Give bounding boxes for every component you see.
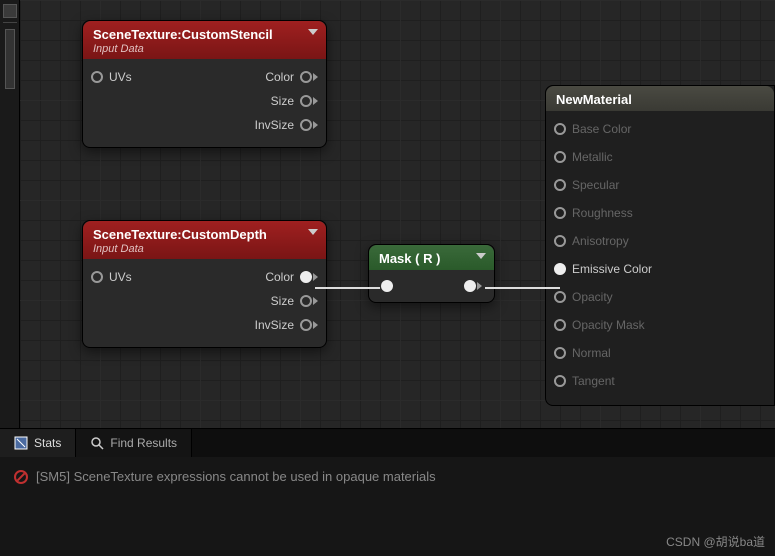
node-title: SceneTexture:CustomDepth xyxy=(93,227,316,242)
output-pin-size[interactable] xyxy=(300,95,312,107)
material-pin-row: Opacity xyxy=(554,283,766,311)
log-message: [SM5] SceneTexture expressions cannot be… xyxy=(36,469,436,484)
pin-arrow-icon xyxy=(313,321,318,329)
node-scenetexture-depth[interactable]: SceneTexture:CustomDepth Input Data UVs … xyxy=(82,220,327,348)
pin-label: Color xyxy=(265,70,294,84)
node-subtitle: Input Data xyxy=(93,43,316,55)
tab-bar: Stats Find Results xyxy=(0,429,775,457)
input-pin[interactable] xyxy=(554,375,566,387)
material-pin-row: Normal xyxy=(554,339,766,367)
material-pin-row: Specular xyxy=(554,171,766,199)
pin-label: InvSize xyxy=(255,318,294,332)
input-pin[interactable] xyxy=(554,235,566,247)
material-pin-row: Emissive Color xyxy=(554,255,766,283)
pin-label: UVs xyxy=(109,270,132,284)
pin-arrow-icon xyxy=(313,297,318,305)
material-graph-canvas[interactable]: SceneTexture:CustomStencil Input Data UV… xyxy=(0,0,775,428)
search-icon xyxy=(90,436,104,450)
pin-label: Size xyxy=(271,94,294,108)
pin-label: Size xyxy=(271,294,294,308)
pin-label: UVs xyxy=(109,70,132,84)
input-pin[interactable] xyxy=(554,179,566,191)
output-pin-invsize[interactable] xyxy=(300,119,312,131)
input-pin[interactable] xyxy=(381,280,393,292)
material-pin-row: Base Color xyxy=(554,115,766,143)
chevron-down-icon[interactable] xyxy=(308,29,318,35)
output-pin-size[interactable] xyxy=(300,295,312,307)
material-pin-row: Opacity Mask xyxy=(554,311,766,339)
node-title: SceneTexture:CustomStencil xyxy=(93,27,316,42)
node-header[interactable]: NewMaterial xyxy=(546,86,774,111)
chevron-down-icon[interactable] xyxy=(476,253,486,259)
node-body: Base Color Metallic Specular Roughness Aniso… xyxy=(546,111,774,405)
tab-stats[interactable]: Stats xyxy=(0,429,76,457)
input-pin[interactable] xyxy=(554,347,566,359)
node-scenetexture-stencil[interactable]: SceneTexture:CustomStencil Input Data UV… xyxy=(82,20,327,148)
toolbar-button[interactable] xyxy=(3,4,17,18)
node-header[interactable]: SceneTexture:CustomStencil Input Data xyxy=(83,21,326,59)
node-header[interactable]: Mask ( R ) xyxy=(369,245,494,270)
stats-icon xyxy=(14,436,28,450)
log-output: [SM5] SceneTexture expressions cannot be… xyxy=(0,457,775,496)
pin-label: Emissive Color xyxy=(572,262,760,276)
pin-label: InvSize xyxy=(255,118,294,132)
input-pin-uvs[interactable] xyxy=(91,71,103,83)
input-pin[interactable] xyxy=(554,207,566,219)
node-body: UVs Color Size InvSize xyxy=(83,259,326,347)
tab-label: Stats xyxy=(34,436,61,450)
chevron-down-icon[interactable] xyxy=(308,229,318,235)
pin-arrow-icon xyxy=(313,273,318,281)
pin-label: Tangent xyxy=(572,374,760,388)
bottom-panel: Stats Find Results [SM5] SceneTexture ex… xyxy=(0,428,775,556)
node-subtitle: Input Data xyxy=(93,243,316,255)
material-pin-row: Anisotropy xyxy=(554,227,766,255)
pin-arrow-icon xyxy=(313,97,318,105)
pin-label: Opacity Mask xyxy=(572,318,760,332)
pin-label: Metallic xyxy=(572,150,760,164)
pin-arrow-icon xyxy=(477,282,482,290)
input-pin[interactable] xyxy=(554,263,566,275)
input-pin[interactable] xyxy=(554,319,566,331)
node-title: Mask ( R ) xyxy=(379,251,484,266)
watermark: CSDN @胡说ba道 xyxy=(666,533,765,550)
pin-label: Opacity xyxy=(572,290,760,304)
pin-label: Base Color xyxy=(572,122,760,136)
node-title: NewMaterial xyxy=(556,92,764,107)
output-pin-invsize[interactable] xyxy=(300,319,312,331)
input-pin-uvs[interactable] xyxy=(91,271,103,283)
node-material-output[interactable]: NewMaterial Base Color Metallic Specular Ro… xyxy=(545,85,775,406)
material-pin-row: Roughness xyxy=(554,199,766,227)
output-pin-color[interactable] xyxy=(300,271,312,283)
panel-handle[interactable] xyxy=(5,29,15,89)
pin-arrow-icon xyxy=(313,121,318,129)
pin-label: Roughness xyxy=(572,206,760,220)
pin-label: Specular xyxy=(572,178,760,192)
node-body: UVs Color Size InvSize xyxy=(83,59,326,147)
pin-label: Normal xyxy=(572,346,760,360)
node-mask[interactable]: Mask ( R ) xyxy=(368,244,495,303)
output-pin[interactable] xyxy=(464,280,476,292)
input-pin[interactable] xyxy=(554,291,566,303)
output-pin-color[interactable] xyxy=(300,71,312,83)
material-pin-row: Metallic xyxy=(554,143,766,171)
pin-label: Anisotropy xyxy=(572,234,760,248)
input-pin[interactable] xyxy=(554,123,566,135)
tab-find-results[interactable]: Find Results xyxy=(76,429,192,457)
separator xyxy=(3,22,17,23)
tab-label: Find Results xyxy=(110,436,177,450)
material-pin-row: Tangent xyxy=(554,367,766,395)
input-pin[interactable] xyxy=(554,151,566,163)
node-body xyxy=(369,270,494,302)
pin-arrow-icon xyxy=(313,73,318,81)
node-header[interactable]: SceneTexture:CustomDepth Input Data xyxy=(83,221,326,259)
pin-label: Color xyxy=(265,270,294,284)
left-toolbar xyxy=(0,0,20,428)
error-icon xyxy=(14,470,28,484)
